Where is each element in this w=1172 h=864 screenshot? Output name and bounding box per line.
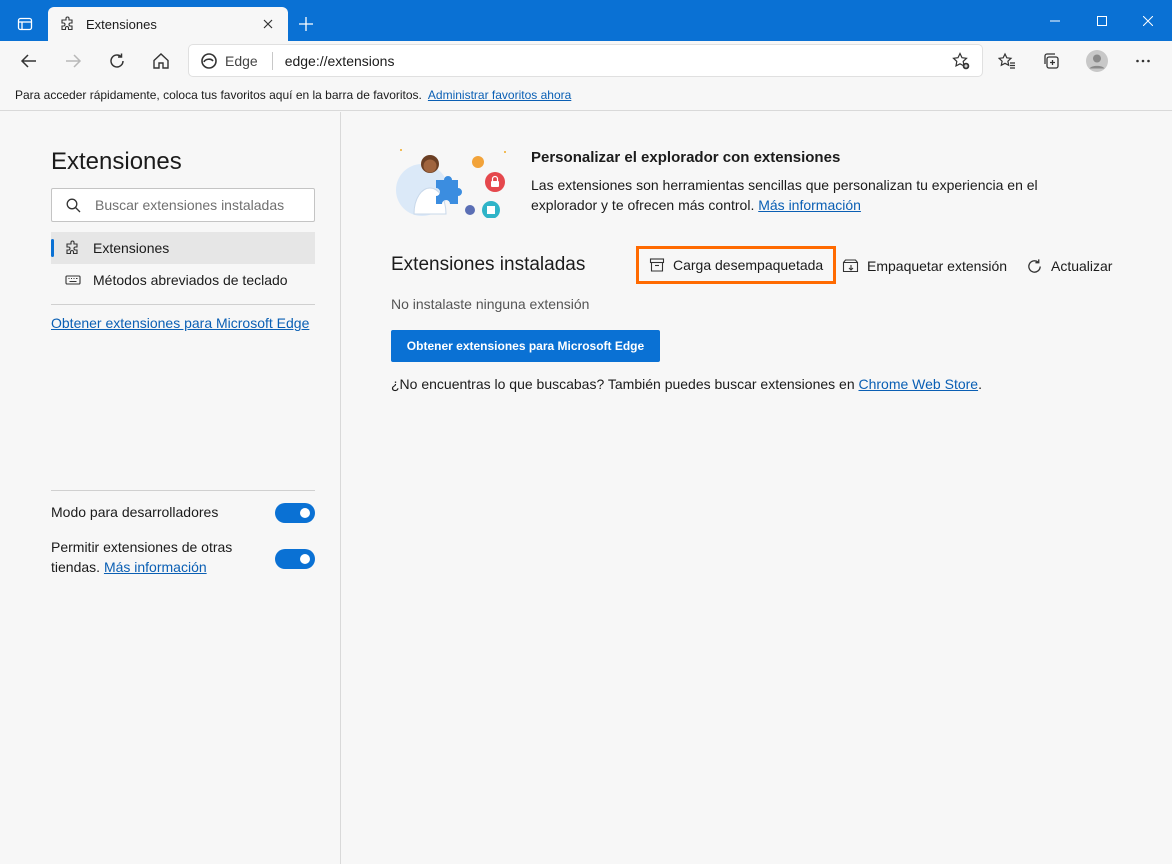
close-window-button[interactable]: [1125, 0, 1171, 41]
site-label: Edge: [225, 52, 258, 69]
keyboard-icon: [65, 275, 81, 285]
maximize-icon: [1097, 15, 1107, 26]
tab-close-button[interactable]: [258, 14, 278, 34]
store-hint-end: .: [978, 376, 982, 392]
update-label: Actualizar: [1051, 258, 1113, 274]
sidebar-divider: [51, 304, 315, 305]
favorites-bar: Para acceder rápidamente, coloca tus fav…: [0, 80, 1172, 111]
sidebar-item-label: Extensiones: [93, 240, 170, 256]
hero-more-info-link[interactable]: Más información: [758, 197, 861, 213]
star-add-icon: [952, 52, 970, 70]
get-extensions-link[interactable]: Obtener extensiones para Microsoft Edge: [51, 315, 309, 331]
puzzle-icon: [61, 16, 73, 31]
settings-more-button[interactable]: [1127, 45, 1159, 77]
developer-mode-row: Modo para desarrolladores: [51, 502, 315, 526]
store-hint-text: ¿No encuentras lo que buscabas? También …: [391, 376, 855, 392]
installed-extensions-title: Extensiones instaladas: [391, 254, 586, 275]
sidebar-item-keyboard-shortcuts[interactable]: Métodos abreviados de teclado: [51, 264, 315, 296]
collections-button[interactable]: [1035, 45, 1067, 77]
favorites-icon: [998, 52, 1015, 69]
tab-extensions[interactable]: Extensiones: [48, 7, 288, 41]
developer-mode-toggle[interactable]: [275, 503, 315, 523]
main-content: Personalizar el explorador con extension…: [342, 112, 1172, 864]
tab-actions-icon: [17, 17, 33, 31]
avatar-icon: [1086, 50, 1108, 72]
page-title: Extensiones: [51, 148, 182, 175]
refresh-icon: [1028, 258, 1041, 273]
arrow-right-icon: [66, 54, 82, 68]
developer-mode-label: Modo para desarrolladores: [51, 504, 219, 520]
pack-extension-label: Empaquetar extensión: [867, 258, 1008, 274]
close-icon: [263, 19, 273, 29]
search-box[interactable]: [51, 188, 315, 222]
manage-favorites-link[interactable]: Administrar favoritos ahora: [428, 88, 571, 102]
forward-button[interactable]: [57, 45, 89, 77]
puzzle-icon: [66, 240, 78, 255]
search-icon: [66, 198, 81, 212]
address-separator: [271, 51, 273, 70]
sidebar: Extensiones Extensiones Métodos abreviad…: [0, 112, 341, 864]
tab-title: Extensiones: [86, 16, 157, 32]
close-icon: [1143, 15, 1153, 26]
home-icon: [153, 53, 169, 69]
toolbar: Edge edge://extensions: [0, 41, 1172, 80]
extensions-illustration: [396, 149, 506, 218]
other-stores-row: Permitir extensiones de otras tiendas. M…: [51, 537, 315, 581]
minimize-icon: [1050, 20, 1060, 21]
sidebar-item-label: Métodos abreviados de teclado: [93, 272, 288, 288]
minimize-button[interactable]: [1032, 0, 1078, 41]
new-tab-button[interactable]: [292, 10, 320, 38]
get-extensions-button[interactable]: Obtener extensiones para Microsoft Edge: [391, 330, 660, 362]
sidebar-item-extensions[interactable]: Extensiones: [51, 232, 315, 264]
refresh-icon: [110, 53, 124, 68]
other-stores-label: Permitir extensiones de otras tiendas. M…: [51, 537, 261, 577]
url-text[interactable]: edge://extensions: [285, 53, 395, 69]
title-bar: Extensiones: [0, 0, 1172, 41]
favorites-button[interactable]: [991, 45, 1023, 77]
hero-description: Las extensiones son herramientas sencill…: [531, 175, 1051, 215]
arrow-left-icon: [20, 54, 36, 68]
home-button[interactable]: [145, 45, 177, 77]
other-stores-toggle[interactable]: [275, 549, 315, 569]
tab-actions-button[interactable]: [8, 10, 42, 38]
sidebar-divider: [51, 490, 315, 491]
chrome-web-store-link[interactable]: Chrome Web Store: [859, 376, 979, 392]
package-icon: [842, 259, 859, 273]
back-button[interactable]: [13, 45, 45, 77]
hero-title: Personalizar el explorador con extension…: [531, 149, 841, 166]
search-input[interactable]: [95, 197, 295, 213]
archive-icon: [649, 258, 665, 272]
maximize-button[interactable]: [1079, 0, 1125, 41]
update-button[interactable]: Actualizar: [1026, 252, 1112, 280]
load-unpacked-button[interactable]: Carga desempaquetada: [635, 246, 837, 284]
store-hint: ¿No encuentras lo que buscabas? También …: [391, 376, 982, 392]
empty-message: No instalaste ninguna extensión: [391, 296, 590, 312]
plus-icon: [299, 17, 313, 31]
add-favorite-button[interactable]: [950, 50, 972, 72]
load-unpacked-label: Carga desempaquetada: [673, 257, 824, 273]
more-info-link[interactable]: Más información: [104, 559, 207, 575]
edge-logo-icon: [201, 52, 217, 69]
favorites-bar-message: Para acceder rápidamente, coloca tus fav…: [15, 88, 422, 102]
address-bar[interactable]: Edge edge://extensions: [189, 45, 982, 76]
pack-extension-button[interactable]: Empaquetar extensión: [842, 252, 1007, 280]
more-icon: [1136, 59, 1150, 63]
profile-button[interactable]: [1081, 45, 1113, 77]
collections-icon: [1044, 53, 1059, 69]
refresh-button[interactable]: [101, 45, 133, 77]
